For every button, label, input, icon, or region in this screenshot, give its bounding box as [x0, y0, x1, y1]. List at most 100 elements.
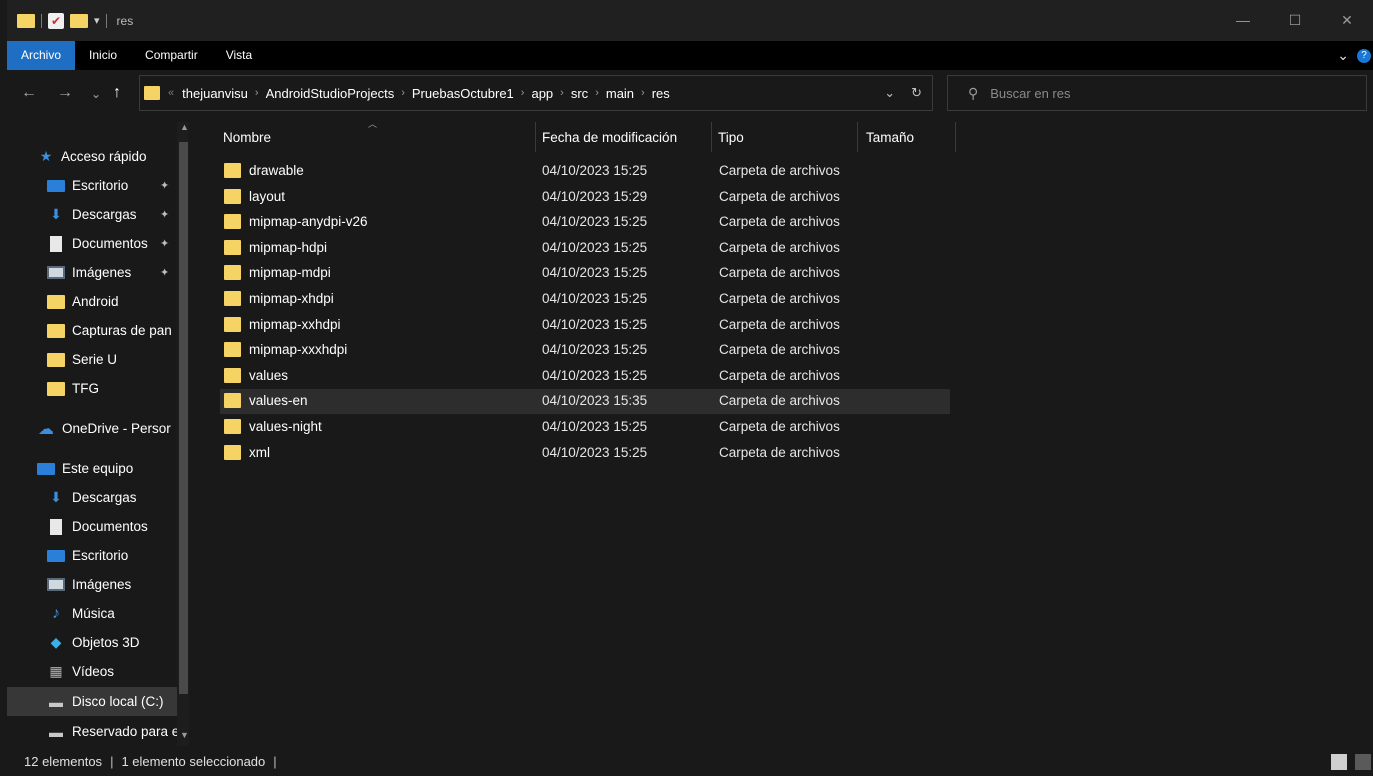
sidebar-item-objetos-3d[interactable]: ◆ Objetos 3D: [7, 628, 179, 657]
ribbon-tabs: Archivo Inicio Compartir Vista ⌄ ?: [7, 41, 1373, 70]
crumb-pruebasoctubre1[interactable]: PruebasOctubre1: [412, 86, 514, 101]
chevron-right-icon[interactable]: ›: [595, 87, 599, 99]
chevron-right-icon[interactable]: ›: [401, 87, 405, 99]
tab-inicio[interactable]: Inicio: [75, 41, 131, 70]
pin-icon[interactable]: ✦: [160, 208, 169, 221]
file-name: mipmap-xxxhdpi: [249, 342, 348, 358]
sidebar-item-imagenes[interactable]: Imágenes ✦: [7, 258, 179, 287]
details-view-icon[interactable]: [1331, 753, 1347, 770]
table-row[interactable]: mipmap-xxxhdpi 04/10/2023 15:25 Carpeta …: [220, 338, 950, 363]
column-divider[interactable]: [535, 122, 536, 152]
minimize-button[interactable]: —: [1217, 12, 1269, 29]
sidebar-item-reservado[interactable]: ▬ Reservado para e: [7, 717, 179, 746]
sidebar-item-acceso-rapido[interactable]: ★ Acceso rápido: [7, 142, 179, 171]
tab-compartir[interactable]: Compartir: [131, 41, 212, 70]
file-type: Carpeta de archivos: [719, 393, 840, 409]
sidebar-item-videos[interactable]: ▦ Vídeos: [7, 657, 179, 686]
large-icons-view-icon[interactable]: [1355, 753, 1371, 770]
table-row[interactable]: layout 04/10/2023 15:29 Carpeta de archi…: [220, 185, 950, 210]
sidebar-item-onedrive[interactable]: ☁ OneDrive - Persor: [7, 414, 179, 443]
table-row[interactable]: mipmap-xxhdpi 04/10/2023 15:25 Carpeta d…: [220, 313, 950, 338]
column-header-fecha[interactable]: Fecha de modificación: [542, 124, 677, 152]
help-icon[interactable]: ?: [1357, 48, 1371, 63]
chevron-right-icon[interactable]: ›: [641, 87, 645, 99]
table-row[interactable]: values-en 04/10/2023 15:35 Carpeta de ar…: [220, 389, 950, 415]
search-box[interactable]: ⚲: [947, 75, 1367, 111]
back-button[interactable]: ←: [21, 84, 37, 102]
sidebar-item-descargas-pc[interactable]: ⬇ Descargas: [7, 483, 179, 512]
chevron-right-icon[interactable]: ›: [255, 87, 259, 99]
chevron-right-icon[interactable]: ›: [560, 87, 564, 99]
pin-icon[interactable]: ✦: [160, 237, 169, 250]
folder-icon: [144, 86, 160, 100]
file-type: Carpeta de archivos: [719, 214, 840, 230]
pin-icon[interactable]: ✦: [160, 266, 169, 279]
sidebar-item-este-equipo[interactable]: Este equipo: [7, 454, 179, 483]
file-name: mipmap-mdpi: [249, 265, 331, 281]
overflow-icon[interactable]: «: [168, 87, 174, 99]
sidebar-item-label: Este equipo: [62, 461, 134, 476]
refresh-icon[interactable]: ↻: [911, 85, 922, 101]
file-name: mipmap-xxhdpi: [249, 316, 341, 332]
file-date: 04/10/2023 15:25: [542, 214, 648, 230]
sidebar-scroll-thumb[interactable]: [179, 142, 188, 694]
table-row[interactable]: drawable 04/10/2023 15:25 Carpeta de arc…: [220, 159, 950, 184]
scroll-up-icon[interactable]: ▲: [180, 122, 189, 132]
table-row[interactable]: xml 04/10/2023 15:25 Carpeta de archivos: [220, 441, 950, 466]
column-divider[interactable]: [955, 122, 956, 152]
tab-vista[interactable]: Vista: [212, 41, 266, 70]
table-row[interactable]: values-night 04/10/2023 15:25 Carpeta de…: [220, 415, 950, 440]
desktop-icon: [47, 179, 65, 192]
sidebar-item-label: Android: [72, 294, 119, 309]
sidebar-item-escritorio[interactable]: Escritorio ✦: [7, 171, 179, 200]
folder-icon: [47, 294, 65, 309]
table-row[interactable]: mipmap-anydpi-v26 04/10/2023 15:25 Carpe…: [220, 210, 950, 235]
sidebar-item-documentos[interactable]: Documentos ✦: [7, 229, 179, 258]
column-divider[interactable]: [857, 122, 858, 152]
customize-toolbar-icon[interactable]: ▾: [94, 14, 100, 27]
sidebar-item-escritorio-pc[interactable]: Escritorio: [7, 541, 179, 570]
crumb-androidstudioprojects[interactable]: AndroidStudioProjects: [266, 86, 395, 101]
maximize-button[interactable]: ☐: [1269, 12, 1321, 29]
column-header-nombre[interactable]: Nombre: [223, 124, 271, 152]
scroll-down-icon[interactable]: ▼: [180, 730, 189, 740]
column-header-tamano[interactable]: Tamaño: [866, 124, 914, 152]
column-divider[interactable]: [711, 122, 712, 152]
folder-icon: [224, 214, 241, 230]
sidebar-item-android[interactable]: Android: [7, 287, 179, 316]
column-header-tipo[interactable]: Tipo: [718, 124, 744, 152]
sidebar-item-descargas[interactable]: ⬇ Descargas ✦: [7, 200, 179, 229]
recent-locations-button[interactable]: ⌄: [91, 87, 101, 101]
properties-icon[interactable]: ✔: [48, 12, 64, 29]
search-input[interactable]: [990, 85, 1351, 101]
sidebar-item-tfg[interactable]: TFG: [7, 374, 179, 403]
table-row[interactable]: values 04/10/2023 15:25 Carpeta de archi…: [220, 364, 950, 389]
sidebar-item-disco-local[interactable]: ▬ Disco local (C:): [7, 687, 179, 716]
address-bar[interactable]: « thejuanvisu › AndroidStudioProjects › …: [139, 75, 933, 111]
table-row[interactable]: mipmap-hdpi 04/10/2023 15:25 Carpeta de …: [220, 236, 950, 261]
crumb-src[interactable]: src: [571, 86, 588, 101]
crumb-thejuanvisu[interactable]: thejuanvisu: [182, 86, 248, 101]
tab-archivo[interactable]: Archivo: [7, 41, 76, 70]
sidebar-item-serie-u[interactable]: Serie U: [7, 345, 179, 374]
cloud-icon: ☁: [38, 420, 54, 438]
sidebar-item-label: Descargas: [72, 490, 137, 505]
crumb-main[interactable]: main: [606, 86, 634, 101]
music-icon: ♪: [52, 604, 60, 622]
sidebar-item-capturas[interactable]: Capturas de pan: [7, 316, 179, 345]
sidebar-item-imagenes-pc[interactable]: Imágenes: [7, 570, 179, 599]
new-folder-icon[interactable]: [70, 13, 88, 28]
sidebar-item-documentos-pc[interactable]: Documentos: [7, 512, 179, 541]
pin-icon[interactable]: ✦: [160, 179, 169, 192]
address-dropdown-icon[interactable]: ⌄: [884, 85, 895, 101]
sidebar-item-musica[interactable]: ♪ Música: [7, 599, 179, 628]
chevron-right-icon[interactable]: ›: [521, 87, 525, 99]
crumb-res[interactable]: res: [652, 86, 670, 101]
close-button[interactable]: ✕: [1321, 12, 1373, 29]
table-row[interactable]: mipmap-mdpi 04/10/2023 15:25 Carpeta de …: [220, 261, 950, 286]
up-button[interactable]: ↑: [113, 84, 121, 102]
expand-ribbon-icon[interactable]: ⌄: [1337, 47, 1349, 64]
forward-button[interactable]: →: [57, 84, 73, 102]
table-row[interactable]: mipmap-xhdpi 04/10/2023 15:25 Carpeta de…: [220, 287, 950, 312]
crumb-app[interactable]: app: [531, 86, 553, 101]
